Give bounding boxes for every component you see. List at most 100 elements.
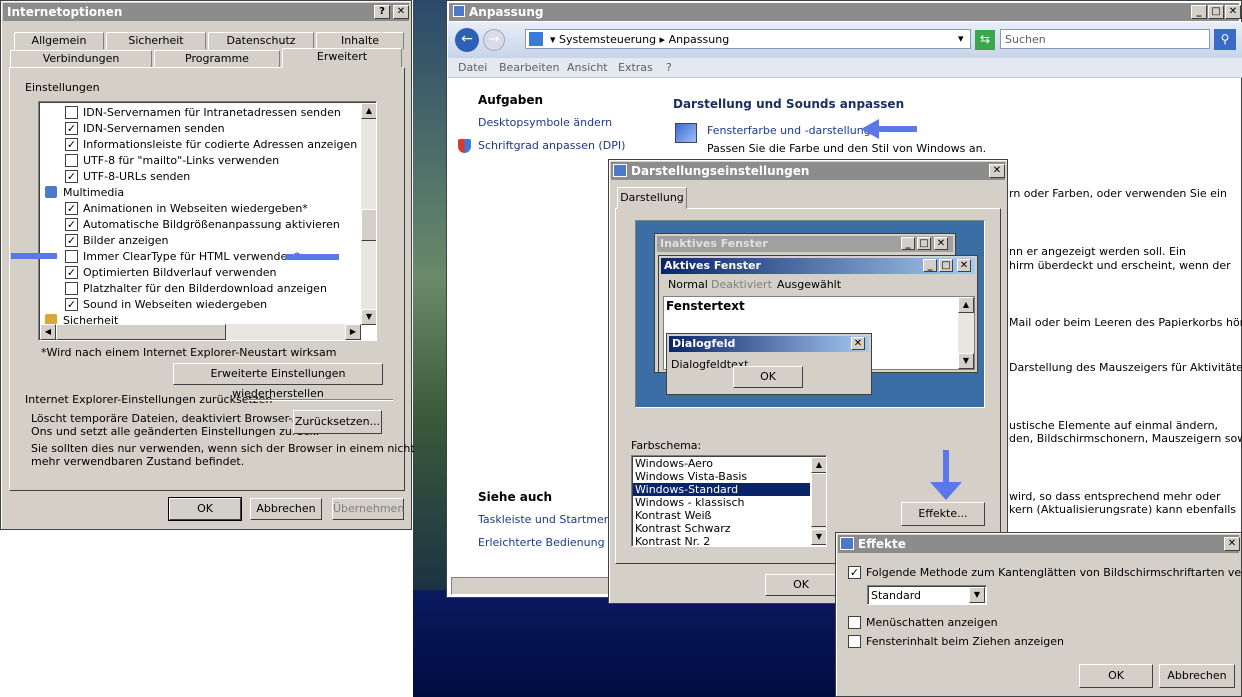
scroll-up-arrow[interactable]: ▲ — [811, 457, 826, 473]
menu-bearbeiten[interactable]: Bearbeiten — [499, 61, 559, 74]
hscroll-thumb[interactable] — [56, 324, 226, 340]
scheme-list-item[interactable]: Windows Vista-Basis — [633, 470, 810, 483]
scheme-preview: Inaktives Fenster _ □ ✕ Aktives Fenster … — [635, 220, 985, 408]
settings-item-label: Optimierten Bildverlauf verwenden — [83, 266, 277, 279]
refresh-button[interactable]: ⇆ — [975, 30, 995, 50]
settings-tree[interactable]: IDN-Servernamen für Intranetadressen sen… — [38, 101, 377, 341]
settings-hscroll[interactable]: ◀ ▶ — [40, 324, 361, 340]
minimize-button[interactable]: _ — [1191, 5, 1207, 19]
ds-ok-button[interactable]: OK — [765, 574, 837, 596]
scheme-list-item[interactable]: Windows-Aero — [633, 457, 810, 470]
scroll-up-arrow[interactable]: ▲ — [361, 103, 376, 119]
scroll-thumb[interactable] — [811, 473, 826, 527]
desktop-background-bottom — [413, 590, 838, 697]
task-dpi[interactable]: Schriftgrad anpassen (DPI) — [478, 139, 625, 152]
menu-shadow-checkbox[interactable] — [848, 616, 861, 629]
desc-fragment-4: Mail oder beim Leeren des Papierkorbs hö… — [1009, 316, 1242, 329]
settings-checkbox[interactable]: ✓ — [65, 218, 78, 231]
dialog-preview: Dialogfeld ✕ Dialogfeldtext OK — [666, 333, 872, 395]
reset-button[interactable]: Zurücksetzen... — [293, 410, 382, 434]
close-button[interactable]: ✕ — [393, 5, 409, 19]
scroll-left-arrow[interactable]: ◀ — [40, 324, 56, 340]
desc-fragment-6: ustische Elemente auf einmal ändern, — [1009, 419, 1219, 432]
settings-checkbox[interactable] — [65, 154, 78, 167]
menu-extras[interactable]: Extras — [618, 61, 653, 74]
scheme-list-item[interactable]: Kontrast Nr. 2 — [633, 535, 810, 546]
close-button[interactable]: ✕ — [989, 164, 1005, 178]
see-taskbar[interactable]: Taskleiste und Startmenü — [478, 513, 618, 526]
address-dropdown[interactable]: ▾ — [958, 32, 964, 45]
smoothing-select[interactable]: Standard ▼ — [867, 585, 987, 605]
see-accessibility[interactable]: Erleichterte Bedienung — [478, 536, 605, 549]
ef-ok-button[interactable]: OK — [1079, 664, 1153, 688]
settings-checkbox[interactable]: ✓ — [65, 298, 78, 311]
see-also-header: Siehe auch — [478, 490, 553, 504]
settings-checkbox[interactable]: ✓ — [65, 234, 78, 247]
einstellungen-label: Einstellungen — [25, 81, 100, 94]
settings-checkbox[interactable]: ✓ — [65, 138, 78, 151]
scheme-list-item[interactable]: Kontrast Schwarz — [633, 522, 810, 535]
close-button[interactable]: ✕ — [1224, 537, 1240, 551]
restart-note: *Wird nach einem Internet Explorer-Neust… — [41, 346, 337, 359]
window-color-link[interactable]: Fensterfarbe und -darstellung — [707, 124, 871, 137]
task-desktop-icons[interactable]: Desktopsymbole ändern — [478, 116, 612, 129]
settings-item-label: UTF-8 für "mailto"-Links verwenden — [83, 154, 280, 167]
menu-datei[interactable]: Datei — [458, 61, 487, 74]
io-title: Internetoptionen — [7, 5, 123, 19]
help-button[interactable]: ? — [374, 5, 390, 19]
settings-vscroll[interactable]: ▲ ▼ — [361, 103, 376, 325]
chevron-down-icon[interactable]: ▼ — [969, 587, 985, 603]
ef-window-icon — [840, 537, 854, 550]
io-apply-button[interactable]: Übernehmen — [332, 498, 404, 520]
tab-programme[interactable]: Programme — [154, 50, 280, 68]
window-text: Fenstertext — [666, 299, 745, 313]
font-smoothing-checkbox[interactable]: ✓ — [848, 566, 861, 579]
tab-verbindungen[interactable]: Verbindungen — [10, 50, 152, 68]
scroll-right-arrow[interactable]: ▶ — [345, 324, 361, 340]
settings-checkbox[interactable]: ✓ — [65, 202, 78, 215]
scheme-list-item[interactable]: Windows-Standard — [633, 483, 810, 496]
breadcrumb-systemsteuerung[interactable]: ▾ Systemsteuerung ▸ Anpassung — [550, 33, 729, 46]
menu-disabled: Deaktiviert — [711, 278, 772, 291]
menu-ansicht[interactable]: Ansicht — [567, 61, 608, 74]
maximize-button[interactable]: □ — [1208, 5, 1224, 19]
restore-advanced-button[interactable]: Erweiterte Einstellungen wiederherstelle… — [173, 363, 383, 400]
scheme-list-item[interactable]: Windows - klassisch — [633, 496, 810, 509]
search-icon[interactable]: ⚲ — [1214, 29, 1236, 50]
arrow-marker — [877, 126, 917, 132]
minimize-icon: _ — [901, 237, 915, 250]
scheme-listbox[interactable]: Windows-Aero Windows Vista-Basis Windows-S… — [631, 455, 827, 547]
back-button[interactable]: ← — [455, 28, 479, 52]
tab-erweitert[interactable]: Erweitert — [282, 48, 402, 68]
tab-darstellung[interactable]: Darstellung — [617, 187, 687, 209]
tab-sicherheit[interactable]: Sicherheit — [106, 32, 206, 50]
scroll-down-arrow[interactable]: ▼ — [811, 529, 826, 545]
ef-cancel-button[interactable]: Abbrechen — [1159, 664, 1235, 688]
close-button[interactable]: ✕ — [1225, 5, 1241, 19]
io-ok-button[interactable]: OK — [168, 497, 242, 521]
drag-content-checkbox[interactable] — [848, 635, 861, 648]
io-cancel-button[interactable]: Abbrechen — [250, 498, 322, 520]
effects-button[interactable]: Effekte... — [901, 502, 985, 526]
settings-checkbox[interactable]: ✓ — [65, 122, 78, 135]
tasks-header: Aufgaben — [478, 93, 544, 107]
settings-checkbox[interactable] — [65, 106, 78, 119]
warn-text-2: mehr verwendbaren Zustand befindet. — [31, 455, 245, 468]
settings-item-label: IDN-Servernamen für Intranetadressen sen… — [83, 106, 341, 119]
forward-button[interactable]: → — [483, 29, 505, 51]
settings-item-label: Immer ClearType für HTML verwenden* — [83, 250, 300, 263]
arrow-marker-down — [943, 450, 949, 484]
settings-checkbox[interactable]: ✓ — [65, 266, 78, 279]
settings-checkbox[interactable] — [65, 250, 78, 263]
settings-checkbox[interactable] — [65, 282, 78, 295]
menu-help[interactable]: ? — [666, 61, 672, 74]
scroll-down-arrow[interactable]: ▼ — [361, 309, 376, 325]
address-bar[interactable]: ▾ Systemsteuerung ▸ Anpassung ▾ — [525, 29, 971, 49]
search-input[interactable]: Suchen — [1000, 29, 1210, 49]
scheme-list-item[interactable]: Kontrast Weiß — [633, 509, 810, 522]
settings-item-label: Informationsleiste für codierte Adressen… — [83, 138, 358, 151]
tab-allgemein[interactable]: Allgemein — [14, 32, 104, 50]
scheme-vscroll[interactable]: ▲ ▼ — [811, 457, 826, 545]
settings-checkbox[interactable]: ✓ — [65, 170, 78, 183]
scroll-thumb[interactable] — [361, 209, 376, 241]
